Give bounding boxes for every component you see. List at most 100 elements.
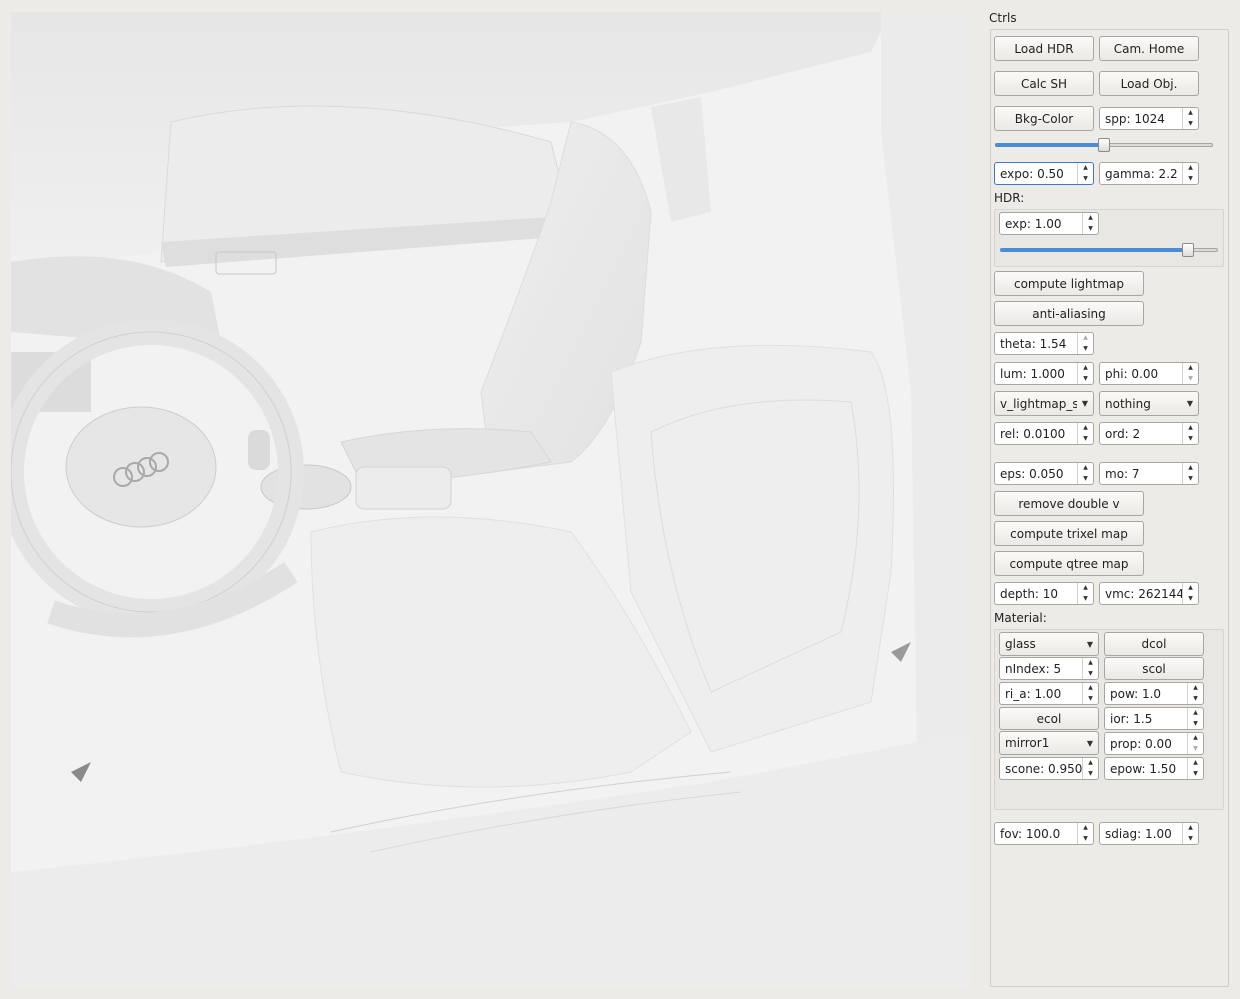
epow-spinbox[interactable]: epow: 1.50 ▲ ▼ bbox=[1104, 757, 1204, 780]
material-type-select[interactable]: glass ▼ bbox=[999, 632, 1099, 656]
chevron-up-icon[interactable]: ▲ bbox=[1183, 583, 1198, 594]
sdiag-value: sdiag: 1.00 bbox=[1105, 826, 1172, 841]
phi-value: phi: 0.00 bbox=[1105, 366, 1159, 381]
chevron-up-icon[interactable]: ▲ bbox=[1188, 708, 1203, 719]
hdr-exp-value: exp: 1.00 bbox=[1005, 216, 1062, 231]
cam-home-button[interactable]: Cam. Home bbox=[1099, 36, 1199, 61]
chevron-down-icon[interactable]: ▼ bbox=[1083, 694, 1098, 705]
filter-mode-select[interactable]: nothing ▼ bbox=[1099, 391, 1199, 416]
chevron-down-icon[interactable]: ▼ bbox=[1183, 174, 1198, 185]
chevron-up-icon[interactable]: ▲ bbox=[1083, 213, 1098, 224]
compute-lightmap-button[interactable]: compute lightmap bbox=[994, 271, 1144, 296]
ord-value: ord: 2 bbox=[1105, 426, 1141, 441]
spp-spinbox[interactable]: spp: 1024 ▲ ▼ bbox=[1099, 107, 1199, 130]
chevron-down-icon[interactable]: ▼ bbox=[1183, 374, 1198, 385]
chevron-up-icon[interactable]: ▲ bbox=[1183, 823, 1198, 834]
chevron-down-icon[interactable]: ▼ bbox=[1188, 694, 1203, 705]
chevron-up-icon[interactable]: ▲ bbox=[1078, 463, 1093, 474]
mirror-value: mirror1 bbox=[1005, 736, 1050, 750]
chevron-down-icon[interactable]: ▼ bbox=[1183, 834, 1198, 845]
anti-aliasing-button[interactable]: anti-aliasing bbox=[994, 301, 1144, 326]
chevron-up-icon[interactable]: ▲ bbox=[1078, 163, 1093, 174]
chevron-up-icon[interactable]: ▲ bbox=[1083, 683, 1098, 694]
chevron-down-icon[interactable]: ▼ bbox=[1188, 769, 1203, 780]
chevron-up-icon[interactable]: ▲ bbox=[1078, 423, 1093, 434]
ior-spinbox[interactable]: ior: 1.5 ▲ ▼ bbox=[1104, 707, 1204, 730]
expo-value: expo: 0.50 bbox=[1000, 166, 1064, 181]
ri-a-spinbox[interactable]: ri_a: 1.00 ▲ ▼ bbox=[999, 682, 1099, 705]
chevron-down-icon[interactable]: ▼ bbox=[1078, 474, 1093, 485]
slider-handle[interactable] bbox=[1182, 243, 1194, 257]
chevron-up-icon[interactable]: ▲ bbox=[1188, 758, 1203, 769]
nindex-spinbox[interactable]: nIndex: 5 ▲ ▼ bbox=[999, 657, 1099, 680]
chevron-up-icon[interactable]: ▲ bbox=[1188, 683, 1203, 694]
chevron-down-icon[interactable]: ▼ bbox=[1083, 669, 1098, 680]
render-viewport[interactable] bbox=[11, 12, 971, 988]
chevron-down-icon[interactable]: ▼ bbox=[1078, 594, 1093, 605]
vmc-spinbox[interactable]: vmc: 262144 ▲ ▼ bbox=[1099, 582, 1199, 605]
sdiag-spinbox[interactable]: sdiag: 1.00 ▲ ▼ bbox=[1099, 822, 1199, 845]
chevron-up-icon[interactable]: ▲ bbox=[1078, 583, 1093, 594]
chevron-down-icon[interactable]: ▼ bbox=[1083, 224, 1098, 235]
chevron-up-icon[interactable]: ▲ bbox=[1083, 758, 1098, 769]
compute-trixel-map-button[interactable]: compute trixel map bbox=[994, 521, 1144, 546]
compute-qtree-map-button[interactable]: compute qtree map bbox=[994, 551, 1144, 576]
chevron-down-icon[interactable]: ▼ bbox=[1083, 769, 1098, 780]
slider-handle[interactable] bbox=[1098, 138, 1110, 152]
mo-value: mo: 7 bbox=[1105, 466, 1140, 481]
theta-spinbox[interactable]: theta: 1.54 ▲ ▼ bbox=[994, 332, 1094, 355]
scone-spinbox[interactable]: scone: 0.950 ▲ ▼ bbox=[999, 757, 1099, 780]
lum-spinbox[interactable]: lum: 1.000 ▲ ▼ bbox=[994, 362, 1094, 385]
dcol-button[interactable]: dcol bbox=[1104, 632, 1204, 656]
mo-spinbox[interactable]: mo: 7 ▲ ▼ bbox=[1099, 462, 1199, 485]
chevron-down-icon[interactable]: ▼ bbox=[1078, 344, 1093, 355]
scone-value: scone: 0.950 bbox=[1005, 761, 1082, 776]
rel-spinbox[interactable]: rel: 0.0100 ▲ ▼ bbox=[994, 422, 1094, 445]
prop-spinbox[interactable]: prop: 0.00 ▲ ▼ bbox=[1104, 732, 1204, 755]
lightmap-mode-value: v_lightmap_s bbox=[1000, 396, 1077, 411]
hdr-slider[interactable] bbox=[1000, 243, 1218, 257]
scol-button[interactable]: scol bbox=[1104, 657, 1204, 680]
load-hdr-button[interactable]: Load HDR bbox=[994, 36, 1094, 61]
chevron-up-icon[interactable]: ▲ bbox=[1183, 108, 1198, 119]
phi-spinbox[interactable]: phi: 0.00 ▲ ▼ bbox=[1099, 362, 1199, 385]
chevron-up-icon[interactable]: ▲ bbox=[1083, 658, 1098, 669]
chevron-down-icon[interactable]: ▼ bbox=[1183, 434, 1198, 445]
chevron-up-icon[interactable]: ▲ bbox=[1183, 423, 1198, 434]
chevron-down-icon[interactable]: ▼ bbox=[1078, 834, 1093, 845]
chevron-up-icon[interactable]: ▲ bbox=[1183, 363, 1198, 374]
chevron-down-icon[interactable]: ▼ bbox=[1183, 474, 1198, 485]
ecol-button[interactable]: ecol bbox=[999, 707, 1099, 730]
gamma-spinbox[interactable]: gamma: 2.2 ▲ ▼ bbox=[1099, 162, 1199, 185]
chevron-up-icon[interactable]: ▲ bbox=[1188, 733, 1203, 744]
chevron-down-icon[interactable]: ▼ bbox=[1183, 594, 1198, 605]
hdr-exp-spinbox[interactable]: exp: 1.00 ▲ ▼ bbox=[999, 212, 1099, 235]
chevron-down-icon[interactable]: ▼ bbox=[1078, 174, 1093, 185]
chevron-down-icon[interactable]: ▼ bbox=[1188, 719, 1203, 730]
chevron-up-icon[interactable]: ▲ bbox=[1183, 163, 1198, 174]
chevron-down-icon[interactable]: ▼ bbox=[1188, 744, 1203, 755]
lightmap-mode-select[interactable]: v_lightmap_s ▼ bbox=[994, 391, 1094, 416]
chevron-down-icon: ▼ bbox=[1086, 738, 1094, 748]
main-slider[interactable] bbox=[995, 138, 1213, 152]
chevron-down-icon[interactable]: ▼ bbox=[1183, 119, 1198, 130]
remove-double-v-button[interactable]: remove double v bbox=[994, 491, 1144, 516]
chevron-up-icon[interactable]: ▲ bbox=[1078, 363, 1093, 374]
calc-sh-button[interactable]: Calc SH bbox=[994, 71, 1094, 96]
fov-spinbox[interactable]: fov: 100.0 ▲ ▼ bbox=[994, 822, 1094, 845]
eps-spinbox[interactable]: eps: 0.050 ▲ ▼ bbox=[994, 462, 1094, 485]
chevron-up-icon[interactable]: ▲ bbox=[1078, 823, 1093, 834]
chevron-up-icon[interactable]: ▲ bbox=[1078, 333, 1093, 344]
pow-spinbox[interactable]: pow: 1.0 ▲ ▼ bbox=[1104, 682, 1204, 705]
expo-spinbox[interactable]: expo: 0.50 ▲ ▼ bbox=[994, 162, 1094, 185]
ord-spinbox[interactable]: ord: 2 ▲ ▼ bbox=[1099, 422, 1199, 445]
chevron-down-icon[interactable]: ▼ bbox=[1078, 434, 1093, 445]
slider-fill bbox=[995, 143, 1104, 147]
chevron-up-icon[interactable]: ▲ bbox=[1183, 463, 1198, 474]
bkg-color-button[interactable]: Bkg-Color bbox=[994, 106, 1094, 131]
chevron-down-icon[interactable]: ▼ bbox=[1078, 374, 1093, 385]
load-obj-button[interactable]: Load Obj. bbox=[1099, 71, 1199, 96]
mirror-select[interactable]: mirror1 ▼ bbox=[999, 731, 1099, 755]
depth-spinbox[interactable]: depth: 10 ▲ ▼ bbox=[994, 582, 1094, 605]
epow-value: epow: 1.50 bbox=[1110, 761, 1177, 776]
